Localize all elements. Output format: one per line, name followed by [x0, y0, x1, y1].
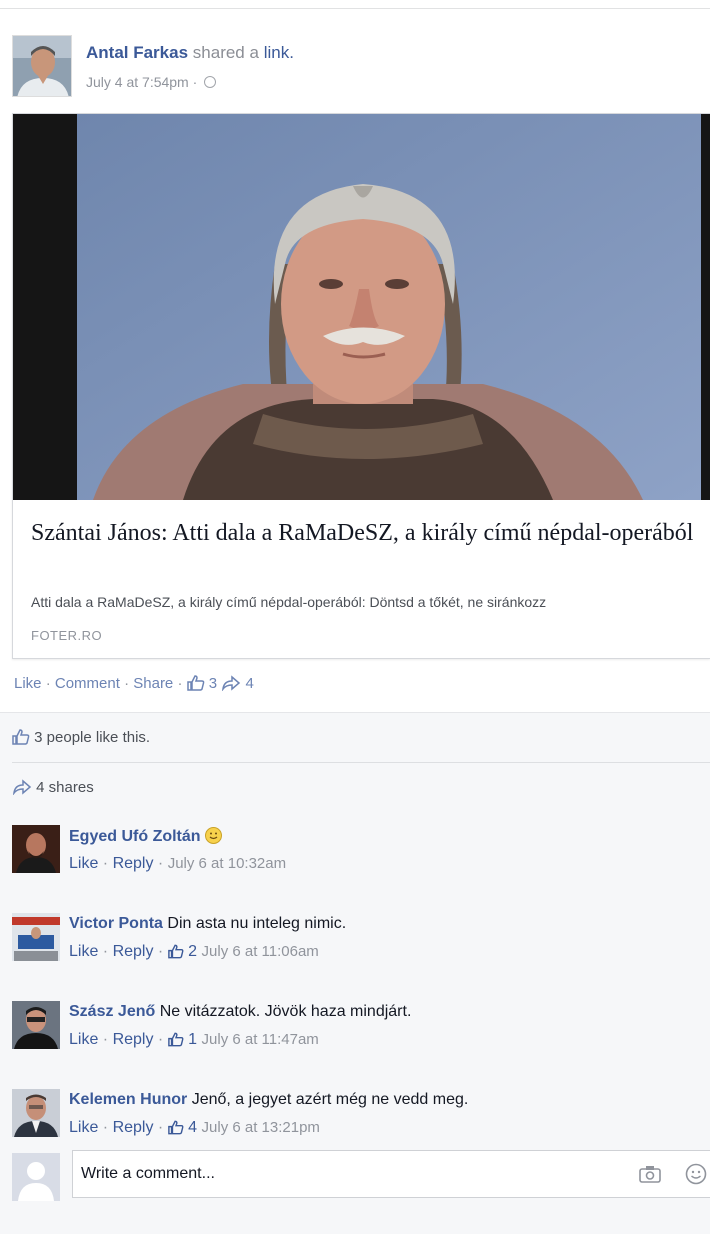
likes-text[interactable]: 3 people like this. — [34, 729, 150, 746]
globe-icon[interactable] — [204, 76, 217, 88]
share-button[interactable]: Share — [133, 675, 173, 692]
action-bar: Like · Comment · Share · 3 4 — [14, 675, 254, 695]
author-name[interactable]: Antal Farkas — [86, 43, 188, 62]
comment-composer — [12, 1150, 710, 1202]
divider — [12, 762, 710, 763]
comment-reply-button[interactable]: Reply — [113, 1119, 154, 1136]
comment-timestamp[interactable]: July 6 at 13:21pm — [202, 1119, 320, 1136]
comment-line: Victor Ponta Din asta nu inteleg nimic. — [69, 915, 346, 933]
comment-actions: Like · Reply · 4 July 6 at 13:21pm — [69, 1119, 320, 1140]
commenter-avatar[interactable] — [12, 913, 60, 961]
separator: · — [124, 675, 130, 692]
comment-item: Egyed Ufó Zoltán Like · Reply · July 6 a… — [12, 825, 710, 889]
preview-image[interactable] — [13, 114, 710, 500]
share-arrow-icon[interactable] — [221, 675, 241, 695]
preview-domain: FOTER.RO — [31, 628, 103, 643]
commenter-name[interactable]: Kelemen Hunor — [69, 1091, 187, 1108]
commenter-name[interactable]: Szász Jenő — [69, 1003, 155, 1020]
comment-text: Din asta nu inteleg nimic. — [167, 915, 347, 932]
feedback-area: 3 people like this. 4 shares Egyed Ufó Z… — [0, 712, 710, 1234]
comment-timestamp[interactable]: July 6 at 10:32am — [168, 855, 286, 872]
smiley-icon[interactable] — [685, 1163, 707, 1190]
comment-item: Victor Ponta Din asta nu inteleg nimic. … — [12, 913, 710, 977]
comment-like-button[interactable]: Like — [69, 943, 98, 960]
smiley-emoji-icon — [205, 827, 223, 844]
like-count[interactable]: 3 — [209, 675, 217, 692]
comment-timestamp[interactable]: July 6 at 11:47am — [202, 1031, 319, 1048]
separator: · — [45, 675, 51, 692]
comment-reply-button[interactable]: Reply — [113, 855, 154, 872]
thumbs-up-icon — [167, 1120, 184, 1140]
comment-text: Ne vitázzatok. Jövök haza mindjárt. — [159, 1003, 412, 1020]
post-timestamp[interactable]: July 4 at 7:54pm · — [86, 74, 197, 90]
post-header-line: Antal Farkas shared a link. — [86, 43, 294, 63]
separator: · — [177, 675, 183, 692]
commenter-avatar[interactable] — [12, 1089, 60, 1137]
commenter-name[interactable]: Victor Ponta — [69, 915, 163, 932]
comment-like-count[interactable]: 4 — [188, 1119, 197, 1136]
likes-summary[interactable]: 3 people like this. — [12, 729, 150, 749]
comment-like-button[interactable]: Like — [69, 855, 98, 872]
link-word[interactable]: link. — [264, 43, 294, 62]
share-count[interactable]: 4 — [245, 675, 253, 692]
commenter-avatar[interactable] — [12, 825, 60, 873]
comment-line: Szász Jenő Ne vitázzatok. Jövök haza min… — [69, 1003, 411, 1021]
comment-reply-button[interactable]: Reply — [113, 943, 154, 960]
shares-text[interactable]: 4 shares — [36, 779, 94, 796]
comment-like-button[interactable]: Like — [69, 1119, 98, 1136]
comment-like-count[interactable]: 2 — [188, 943, 197, 960]
thumbs-up-icon — [167, 944, 184, 964]
comment-actions: Like · Reply · July 6 at 10:32am — [69, 855, 287, 872]
commenter-avatar[interactable] — [12, 1001, 60, 1049]
comment-like-button[interactable]: Like — [69, 1031, 98, 1048]
thumbs-up-icon — [167, 1032, 184, 1052]
comment-line: Egyed Ufó Zoltán — [69, 827, 223, 846]
comment-actions: Like · Reply · 2 July 6 at 11:06am — [69, 943, 319, 964]
comment-input[interactable] — [72, 1150, 710, 1198]
preview-description: Atti dala a RaMaDeSZ, a király című népd… — [31, 594, 547, 610]
share-arrow-icon — [12, 779, 32, 799]
post-card: Antal Farkas shared a link. July 4 at 7:… — [0, 8, 710, 1234]
comment-actions: Like · Reply · 1 July 6 at 11:47am — [69, 1031, 319, 1052]
current-user-avatar — [12, 1153, 60, 1201]
commenter-name[interactable]: Egyed Ufó Zoltán — [69, 828, 201, 845]
author-avatar[interactable] — [12, 35, 72, 97]
comment-item: Kelemen Hunor Jenő, a jegyet azért még n… — [12, 1089, 710, 1153]
comment-like-count[interactable]: 1 — [188, 1031, 197, 1048]
link-preview[interactable]: Szántai János: Atti dala a RaMaDeSZ, a k… — [12, 113, 710, 659]
thumbs-up-icon[interactable] — [186, 675, 205, 695]
camera-icon[interactable] — [639, 1165, 661, 1188]
thumbs-up-icon — [12, 729, 30, 749]
comment-reply-button[interactable]: Reply — [113, 1031, 154, 1048]
comment-line: Kelemen Hunor Jenő, a jegyet azért még n… — [69, 1091, 468, 1109]
comment-item: Szász Jenő Ne vitázzatok. Jövök haza min… — [12, 1001, 710, 1065]
shared-label: shared a — [192, 43, 259, 62]
like-button[interactable]: Like — [14, 675, 42, 692]
comment-timestamp[interactable]: July 6 at 11:06am — [202, 943, 319, 960]
post-meta: July 4 at 7:54pm · — [86, 74, 217, 90]
comment-button[interactable]: Comment — [55, 675, 120, 692]
comment-text: Jenő, a jegyet azért még ne vedd meg. — [191, 1091, 469, 1108]
preview-title[interactable]: Szántai János: Atti dala a RaMaDeSZ, a k… — [31, 516, 701, 550]
shares-summary[interactable]: 4 shares — [12, 779, 94, 799]
